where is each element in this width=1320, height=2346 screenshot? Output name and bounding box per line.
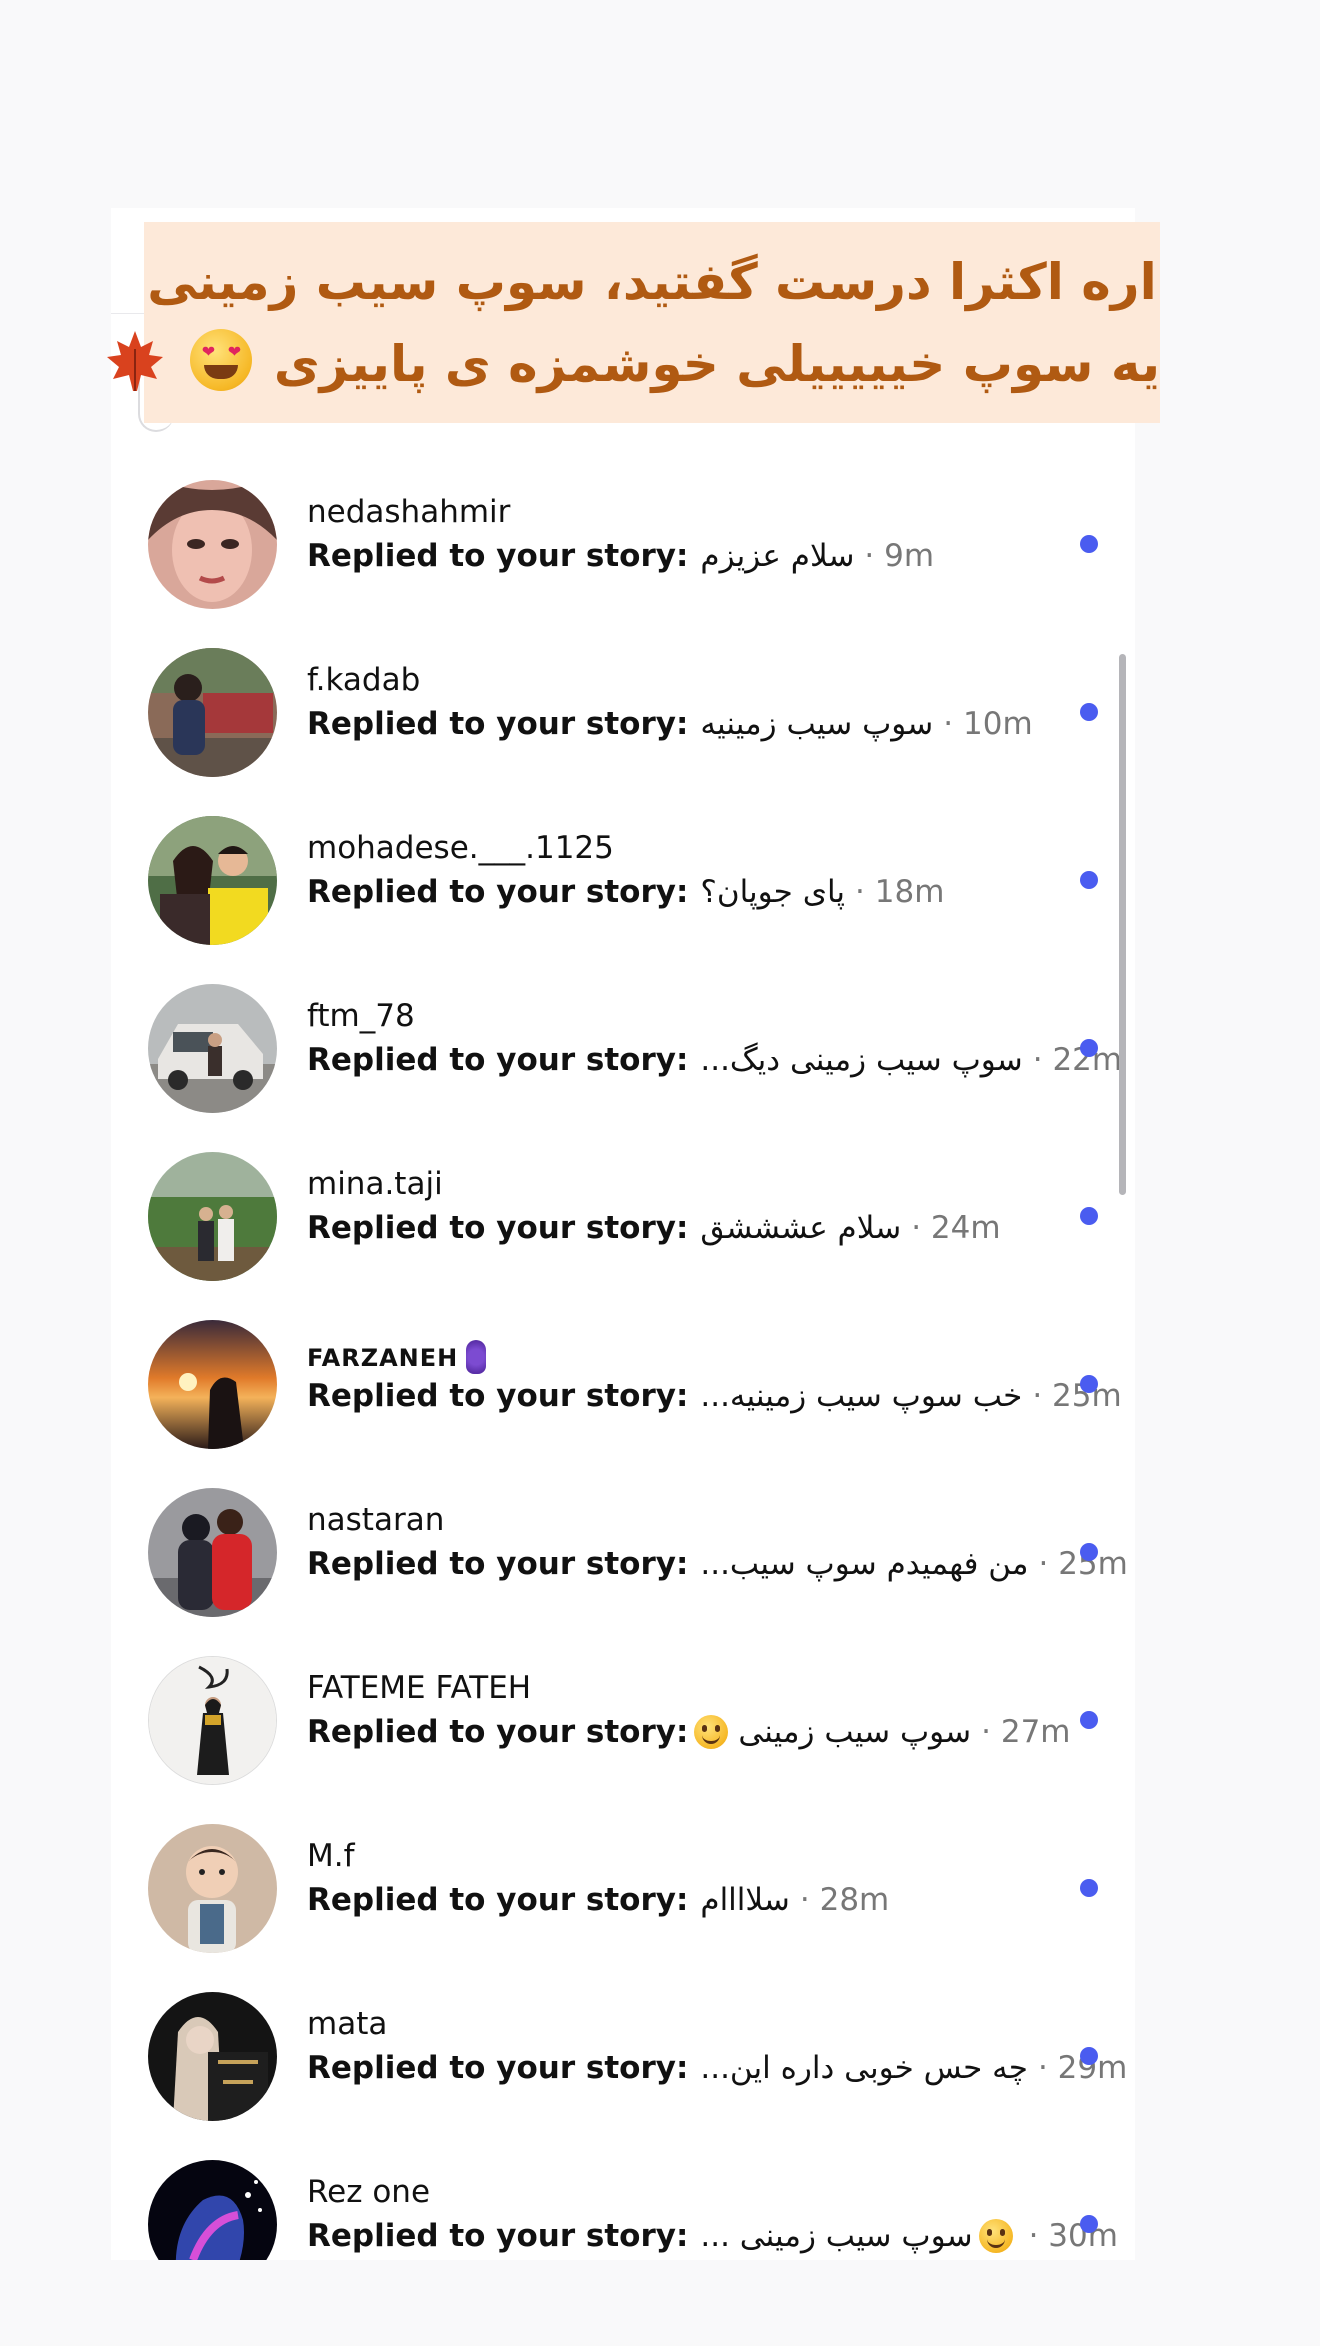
inbox-panel: nedashahmir Replied to your story: سلام …: [111, 208, 1135, 2260]
message-row[interactable]: M.f Replied to your story: سلاااام · 28m: [111, 1804, 1135, 1972]
unread-dot-icon: [1080, 1039, 1098, 1057]
heart-eyes-face-icon: ❤ ❤: [190, 328, 253, 391]
banner-line-2-text: یه سوپ خیییییلی خوشمزه ی پاییزی: [273, 334, 1160, 393]
message-preview: Replied to your story: سوپ سیب زمینی ...…: [307, 2218, 1118, 2254]
message-text: چه حس خوبی داره این...: [700, 2050, 1028, 2086]
timestamp: · 22m: [1032, 1042, 1123, 1078]
message-row[interactable]: mina.taji Replied to your story: سلام عش…: [111, 1132, 1135, 1300]
unread-dot-icon: [1080, 1879, 1098, 1897]
message-preview: Replied to your story: پای جوپان؟ · 18m: [307, 874, 944, 910]
message-row[interactable]: ftm_78 Replied to your story: سوپ سیب زم…: [111, 964, 1135, 1132]
username: M.f: [307, 1838, 355, 1874]
avatar[interactable]: [148, 816, 277, 945]
reply-prefix: Replied to your story:: [307, 1378, 689, 1414]
avatar[interactable]: [148, 2160, 277, 2260]
unread-dot-icon: [1080, 871, 1098, 889]
unread-dot-icon: [1080, 703, 1098, 721]
avatar[interactable]: [148, 1656, 277, 1785]
avatar[interactable]: [148, 1488, 277, 1617]
message-preview: Replied to your story: سوپ سیب زمینی دیگ…: [307, 1042, 1122, 1078]
avatar[interactable]: [148, 984, 277, 1113]
message-row[interactable]: Rez one Replied to your story: سوپ سیب ز…: [111, 2140, 1135, 2260]
username: FATEME FATEH: [307, 1670, 532, 1706]
avatar[interactable]: [148, 1152, 277, 1281]
message-row[interactable]: FARZANEH Replied to your story: خب سوپ س…: [111, 1300, 1135, 1468]
username: f.kadab: [307, 662, 421, 698]
username: mata: [307, 2006, 388, 2042]
avatar[interactable]: [148, 1824, 277, 1953]
timestamp: · 18m: [855, 874, 945, 910]
message-text: سلاااام: [700, 1882, 790, 1918]
unread-dot-icon: [1080, 2047, 1098, 2065]
grinning-face-icon: [694, 1715, 729, 1749]
maple-leaf-icon: [103, 329, 167, 393]
timestamp: · 10m: [943, 706, 1033, 742]
message-row[interactable]: mata Replied to your story: چه حس خوبی د…: [111, 1972, 1135, 2140]
avatar[interactable]: [148, 1320, 277, 1449]
message-preview: Replied to your story: سوپ سیب زمینی · 2…: [307, 1714, 1071, 1750]
message-text: سوپ سیب زمینی: [738, 1714, 972, 1750]
message-preview: Replied to your story: سلاااام · 28m: [307, 1882, 889, 1918]
message-preview: Replied to your story: سوپ سیب زمینیه · …: [307, 706, 1033, 742]
unread-dot-icon: [1080, 535, 1098, 553]
timestamp: · 30m: [1028, 2218, 1118, 2254]
message-text: سوپ سیب زمینی ...: [700, 2218, 973, 2254]
scrollbar[interactable]: [1119, 654, 1126, 1195]
message-text: سلام عشششق: [700, 1210, 902, 1246]
message-text: من فهمیدم سوپ سیب...: [700, 1546, 1029, 1582]
message-preview: Replied to your story: من فهمیدم سوپ سیب…: [307, 1546, 1128, 1582]
reply-prefix: Replied to your story:: [307, 1714, 689, 1750]
message-preview: Replied to your story: سلام عشششق · 24m: [307, 1210, 1001, 1246]
unread-dot-icon: [1080, 2215, 1098, 2233]
unread-dot-icon: [1080, 1375, 1098, 1393]
message-row[interactable]: nastaran Replied to your story: من فهمید…: [111, 1468, 1135, 1636]
unread-dot-icon: [1080, 1711, 1098, 1729]
message-row[interactable]: FATEME FATEH Replied to your story: سوپ …: [111, 1636, 1135, 1804]
username: Rez one: [307, 2174, 431, 2210]
reply-prefix: Replied to your story:: [307, 874, 689, 910]
message-preview: Replied to your story: چه حس خوبی داره ا…: [307, 2050, 1127, 2086]
username: nastaran: [307, 1502, 445, 1538]
username-text: FARZANEH: [307, 1344, 459, 1372]
username: nedashahmir: [307, 494, 511, 530]
reply-prefix: Replied to your story:: [307, 1042, 689, 1078]
avatar[interactable]: [148, 1992, 277, 2121]
username: FARZANEH: [307, 1340, 487, 1374]
reply-prefix: Replied to your story:: [307, 1210, 689, 1246]
message-row[interactable]: nedashahmir Replied to your story: سلام …: [111, 460, 1135, 628]
timestamp: · 24m: [911, 1210, 1001, 1246]
hyacinth-icon: [466, 1340, 487, 1374]
message-preview: Replied to your story: سلام عزیزم · 9m: [307, 538, 934, 574]
message-row[interactable]: f.kadab Replied to your story: سوپ سیب ز…: [111, 628, 1135, 796]
story-caption-banner: اره اکثرا درست گفتید، سوپ سیب زمینی یه س…: [106, 222, 1160, 423]
message-text: سوپ سیب زمینی دیگ...: [700, 1042, 1023, 1078]
username: mohadese.___.1125: [307, 830, 614, 866]
message-preview: Replied to your story: خب سوپ سیب زمینیه…: [307, 1378, 1122, 1414]
timestamp: · 27m: [981, 1714, 1071, 1750]
message-row[interactable]: mohadese.___.1125 Replied to your story:…: [111, 796, 1135, 964]
timestamp: · 9m: [864, 538, 935, 574]
username: ftm_78: [307, 998, 415, 1034]
reply-prefix: Replied to your story:: [307, 538, 689, 574]
banner-line-1: اره اکثرا درست گفتید، سوپ سیب زمینی: [147, 252, 1157, 311]
smiling-face-icon: [978, 2219, 1013, 2253]
banner-line-2: یه سوپ خیییییلی خوشمزه ی پاییزی ❤ ❤: [106, 323, 1160, 405]
reply-prefix: Replied to your story:: [307, 2050, 689, 2086]
unread-dot-icon: [1080, 1207, 1098, 1225]
timestamp: · 28m: [799, 1882, 890, 1918]
message-text: پای جوپان؟: [700, 874, 846, 910]
message-text: سوپ سیب زمینیه: [700, 706, 934, 742]
timestamp: · 25m: [1032, 1378, 1122, 1414]
reply-prefix: Replied to your story:: [307, 1882, 689, 1918]
reply-prefix: Replied to your story:: [307, 1546, 689, 1582]
message-text: خب سوپ سیب زمینیه...: [700, 1378, 1023, 1414]
avatar[interactable]: [148, 648, 277, 777]
reply-prefix: Replied to your story:: [307, 706, 689, 742]
username: mina.taji: [307, 1166, 443, 1202]
message-text: سلام عزیزم: [700, 538, 855, 574]
avatar[interactable]: [148, 480, 277, 609]
reply-prefix: Replied to your story:: [307, 2218, 689, 2254]
unread-dot-icon: [1080, 1543, 1098, 1561]
